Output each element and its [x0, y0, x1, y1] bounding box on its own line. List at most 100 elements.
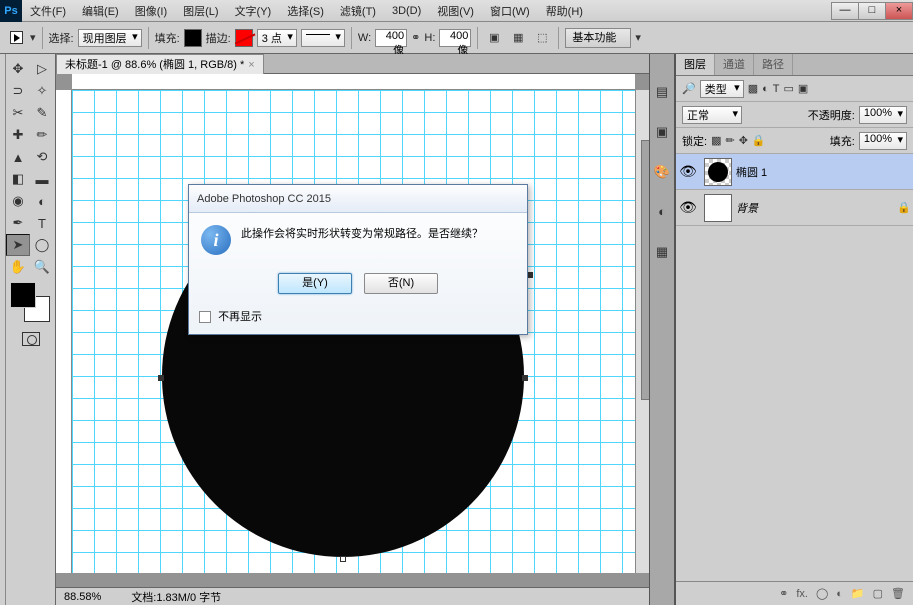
anchor-point[interactable] — [340, 556, 346, 562]
lock-position-icon[interactable]: ✥ — [739, 134, 748, 147]
menu-type[interactable]: 文字(Y) — [227, 3, 280, 19]
align-icon[interactable]: ▦ — [508, 28, 528, 48]
filter-type-dropdown[interactable]: 类型 — [700, 80, 744, 98]
minimize-button[interactable]: — — [831, 2, 859, 20]
stroke-type-dropdown[interactable] — [301, 29, 345, 47]
direct-select-tool[interactable]: ▷ — [30, 58, 54, 80]
layers-tab[interactable]: 图层 — [676, 54, 715, 75]
adjustment-button[interactable]: ◐ — [836, 588, 843, 600]
layer-name[interactable]: 椭圆 1 — [736, 164, 913, 180]
select-layer-dropdown[interactable]: 现用图层 — [78, 29, 142, 47]
zoom-level[interactable]: 88.58% — [64, 591, 101, 603]
hand-tool[interactable]: ✋ — [6, 256, 30, 278]
brush-tool[interactable]: ✏ — [30, 124, 54, 146]
pen-tool[interactable]: ✒ — [6, 212, 30, 234]
visibility-toggle[interactable]: 👁 — [676, 199, 700, 216]
menu-select[interactable]: 选择(S) — [279, 3, 332, 19]
maximize-button[interactable]: □ — [858, 2, 886, 20]
menu-filter[interactable]: 滤镜(T) — [332, 3, 384, 19]
paths-tab[interactable]: 路径 — [754, 54, 793, 75]
anchor-point[interactable] — [522, 375, 528, 381]
vertical-scrollbar[interactable] — [635, 90, 649, 573]
move-tool[interactable]: ✥ — [6, 58, 30, 80]
fg-color[interactable] — [10, 282, 36, 308]
filter-pixel-icon[interactable]: ▩ — [748, 82, 758, 95]
opacity-input[interactable]: 100% — [859, 106, 907, 124]
path-selection-tool-icon[interactable] — [6, 28, 26, 48]
workspace-dropdown[interactable]: 基本功能 — [565, 28, 631, 48]
close-tab-button[interactable]: × — [248, 55, 254, 75]
eraser-tool[interactable]: ◧ — [6, 168, 30, 190]
dont-show-checkbox[interactable] — [199, 311, 211, 323]
delete-layer-button[interactable]: 🗑 — [891, 587, 905, 600]
no-button[interactable]: 否(N) — [364, 273, 438, 294]
arrange-icon[interactable]: ⬚ — [532, 28, 552, 48]
blend-mode-dropdown[interactable]: 正常 — [682, 106, 742, 124]
color-swatches[interactable] — [10, 282, 50, 322]
layer-row[interactable]: 👁 背景 🔒 — [676, 190, 913, 226]
close-button[interactable]: × — [885, 2, 913, 20]
layer-name[interactable]: 背景 — [736, 200, 897, 216]
menu-edit[interactable]: 编辑(E) — [74, 3, 127, 19]
scrollbar-thumb[interactable] — [641, 140, 649, 400]
menu-3d[interactable]: 3D(D) — [384, 5, 429, 17]
clone-stamp-tool[interactable]: ▲ — [6, 146, 30, 168]
lock-transparent-icon[interactable]: ▩ — [711, 134, 721, 147]
filter-adjust-icon[interactable]: ◐ — [762, 83, 769, 95]
height-input[interactable]: 400 像 — [439, 29, 471, 47]
menu-layer[interactable]: 图层(L) — [175, 3, 226, 19]
menu-window[interactable]: 窗口(W) — [482, 3, 538, 19]
adjustments-panel-icon[interactable]: ◐ — [653, 204, 671, 222]
menu-help[interactable]: 帮助(H) — [538, 3, 591, 19]
swatches-panel-icon[interactable]: 🎨 — [653, 164, 671, 182]
gradient-tool[interactable]: ▬ — [30, 168, 54, 190]
filter-type2-icon[interactable]: T — [773, 83, 780, 95]
type-tool[interactable]: T — [30, 212, 54, 234]
yes-button[interactable]: 是(Y) — [278, 273, 352, 294]
doc-tab[interactable]: 未标题-1 @ 88.6% (椭圆 1, RGB/8) * × — [56, 54, 264, 74]
crop-tool[interactable]: ✂ — [6, 102, 30, 124]
dodge-tool[interactable]: ◐ — [30, 190, 54, 212]
mask-button[interactable]: ◯ — [816, 587, 828, 600]
dropdown-icon[interactable]: ▾ — [30, 31, 36, 44]
workspace-options-icon[interactable]: ▾ — [635, 31, 641, 44]
fx-button[interactable]: fx. — [796, 588, 808, 600]
channels-tab[interactable]: 通道 — [715, 54, 754, 75]
lasso-tool[interactable]: ⊃ — [6, 80, 30, 102]
new-layer-button[interactable]: ▢ — [873, 587, 883, 600]
menu-image[interactable]: 图像(I) — [127, 3, 175, 19]
blur-tool[interactable]: ◉ — [6, 190, 30, 212]
path-ops-icon[interactable]: ▣ — [484, 28, 504, 48]
healing-brush-tool[interactable]: ✚ — [6, 124, 30, 146]
fill-swatch[interactable] — [184, 29, 202, 47]
styles-panel-icon[interactable]: ▦ — [653, 244, 671, 262]
layer-thumbnail[interactable] — [704, 158, 732, 186]
lock-pixels-icon[interactable]: ✏ — [725, 134, 734, 147]
ellipse-tool[interactable]: ◯ — [30, 234, 54, 256]
zoom-tool[interactable]: 🔍 — [30, 256, 54, 278]
filter-type-icon[interactable]: 🔎 — [682, 82, 696, 95]
filter-shape-icon[interactable]: ▭ — [784, 82, 794, 95]
history-panel-icon[interactable]: ▤ — [653, 84, 671, 102]
stroke-width-input[interactable]: 3 点 — [257, 29, 297, 47]
filter-smart-icon[interactable]: ▣ — [798, 82, 808, 95]
quick-mask-button[interactable] — [22, 332, 40, 346]
group-button[interactable]: 📁 — [851, 587, 865, 600]
visibility-toggle[interactable]: 👁 — [676, 163, 700, 180]
layer-row[interactable]: 👁 椭圆 1 — [676, 154, 913, 190]
anchor-point[interactable] — [158, 375, 164, 381]
stroke-swatch[interactable] — [235, 29, 253, 47]
fill-opacity-input[interactable]: 100% — [859, 132, 907, 150]
width-input[interactable]: 400 像 — [375, 29, 407, 47]
lock-all-icon[interactable]: 🔒 — [752, 134, 766, 147]
menu-file[interactable]: 文件(F) — [22, 3, 74, 19]
link-layers-icon[interactable]: ⚭ — [779, 587, 788, 600]
properties-panel-icon[interactable]: ▣ — [653, 124, 671, 142]
menu-view[interactable]: 视图(V) — [429, 3, 482, 19]
path-selection-tool[interactable]: ➤ — [6, 234, 30, 256]
magic-wand-tool[interactable]: ✧ — [30, 80, 54, 102]
layer-thumbnail[interactable] — [704, 194, 732, 222]
eyedropper-tool[interactable]: ✎ — [30, 102, 54, 124]
history-brush-tool[interactable]: ⟲ — [30, 146, 54, 168]
link-wh-icon[interactable]: ⚭ — [411, 31, 420, 44]
